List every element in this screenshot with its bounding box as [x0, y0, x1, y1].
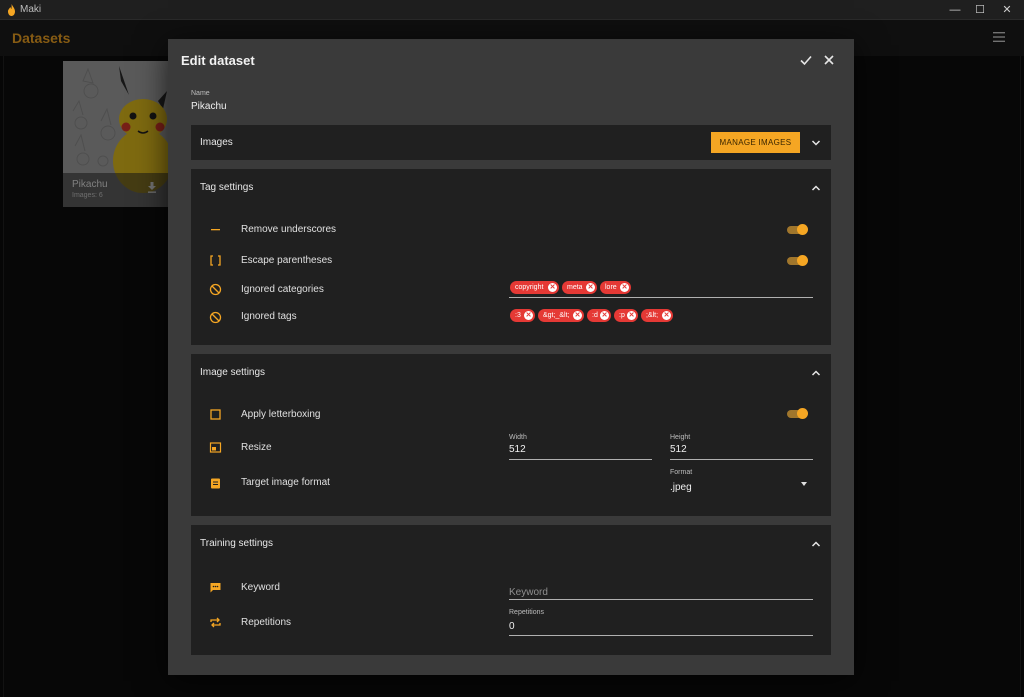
resize-label: Resize: [241, 442, 272, 453]
ignored-categories-label: Ignored categories: [241, 284, 324, 295]
image-settings-title: Image settings: [200, 367, 266, 378]
images-panel-title: Images: [200, 137, 233, 148]
images-panel[interactable]: Images MANAGE IMAGES: [191, 125, 831, 160]
block-icon: [209, 311, 222, 324]
repetitions-label: Repetitions: [241, 617, 292, 628]
brackets-icon: [210, 255, 221, 266]
format-label: Format: [670, 469, 693, 476]
remove-underscores-toggle[interactable]: [786, 223, 809, 237]
chip-copyright[interactable]: copyright ✕: [510, 281, 559, 294]
chip-lore[interactable]: lore ✕: [600, 281, 631, 294]
underscore-icon: [211, 229, 220, 231]
resize-icon: [209, 442, 222, 453]
keyword-label: Keyword: [241, 582, 280, 593]
width-label: Width: [509, 434, 527, 441]
close-window-button[interactable]: ✕: [995, 0, 1019, 20]
tag-settings-panel: Tag settings Remove underscores Escape p…: [191, 169, 831, 345]
chevron-up-icon[interactable]: [811, 540, 821, 548]
height-field[interactable]: Height 512: [670, 434, 813, 460]
dropdown-arrow-icon[interactable]: [801, 482, 807, 486]
height-value[interactable]: 512: [670, 444, 687, 455]
minimize-button[interactable]: —: [943, 0, 967, 20]
ignored-tags-label: Ignored tags: [241, 311, 297, 322]
keyword-input[interactable]: Keyword: [509, 578, 813, 600]
chip-remove-icon[interactable]: ✕: [620, 283, 629, 292]
chevron-up-icon[interactable]: [811, 369, 821, 377]
tag-chip[interactable]: :3 ✕: [510, 309, 535, 322]
dialog-title: Edit dataset: [181, 53, 255, 68]
width-field[interactable]: Width 512: [509, 434, 652, 460]
tag-chip[interactable]: :p ✕: [614, 309, 638, 322]
keyword-placeholder: Keyword: [509, 587, 548, 598]
maximize-button[interactable]: ☐: [968, 0, 992, 20]
repetitions-value[interactable]: 0: [509, 621, 515, 632]
window-titlebar: Maki — ☐ ✕: [0, 0, 1024, 20]
image-format-icon: [211, 478, 220, 489]
tag-chip[interactable]: ;&lt; ✕: [641, 309, 673, 322]
window-title: Maki: [20, 4, 42, 15]
apply-letterboxing-toggle[interactable]: [786, 407, 809, 421]
close-icon[interactable]: [822, 53, 836, 67]
chevron-up-icon[interactable]: [811, 184, 821, 192]
chip-remove-icon[interactable]: ✕: [662, 311, 671, 320]
letterbox-icon: [210, 409, 221, 420]
chip-remove-icon[interactable]: ✕: [586, 283, 595, 292]
remove-underscores-label: Remove underscores: [241, 224, 337, 235]
tag-chip[interactable]: &gt;_&lt; ✕: [538, 309, 584, 322]
image-settings-panel: Image settings Apply letterboxing Resize…: [191, 354, 831, 516]
block-icon: [209, 283, 222, 296]
chevron-down-icon[interactable]: [811, 139, 821, 147]
keyword-comment-icon: [210, 583, 221, 593]
tag-settings-title: Tag settings: [200, 182, 254, 193]
chip-remove-icon[interactable]: ✕: [627, 311, 636, 320]
height-label: Height: [670, 434, 691, 441]
format-select[interactable]: Format .jpeg: [670, 469, 813, 497]
manage-images-button[interactable]: MANAGE IMAGES: [711, 132, 800, 153]
format-value[interactable]: .jpeg: [670, 482, 692, 493]
target-format-label: Target image format: [241, 477, 330, 488]
chip-remove-icon[interactable]: ✕: [600, 311, 609, 320]
name-field[interactable]: Pikachu: [191, 101, 227, 112]
width-value[interactable]: 512: [509, 444, 526, 455]
ignored-tags-input[interactable]: :3 ✕ &gt;_&lt; ✕ :d ✕ :p ✕ ;&lt; ✕: [509, 309, 813, 326]
repeat-icon: [210, 617, 221, 628]
training-settings-panel: Training settings Keyword Keyword Repeti…: [191, 525, 831, 655]
repetitions-input[interactable]: Repetitions 0: [509, 609, 813, 636]
ignored-categories-input[interactable]: copyright ✕ meta ✕ lore ✕: [509, 281, 813, 298]
escape-parentheses-label: Escape parentheses: [241, 255, 333, 266]
training-settings-title: Training settings: [200, 538, 273, 549]
escape-parentheses-toggle[interactable]: [786, 254, 809, 268]
tag-chip[interactable]: :d ✕: [587, 309, 611, 322]
app-flame-icon: [8, 4, 15, 16]
repetitions-field-label: Repetitions: [509, 609, 545, 616]
apply-letterboxing-label: Apply letterboxing: [241, 409, 321, 420]
chip-meta[interactable]: meta ✕: [562, 281, 597, 294]
confirm-check-icon[interactable]: [799, 53, 813, 67]
name-label: Name: [191, 90, 210, 97]
chip-remove-icon[interactable]: ✕: [573, 311, 582, 320]
edit-dataset-dialog: Edit dataset Name Pikachu Images MANAGE …: [168, 39, 854, 675]
chip-remove-icon[interactable]: ✕: [524, 311, 533, 320]
chip-remove-icon[interactable]: ✕: [548, 283, 557, 292]
